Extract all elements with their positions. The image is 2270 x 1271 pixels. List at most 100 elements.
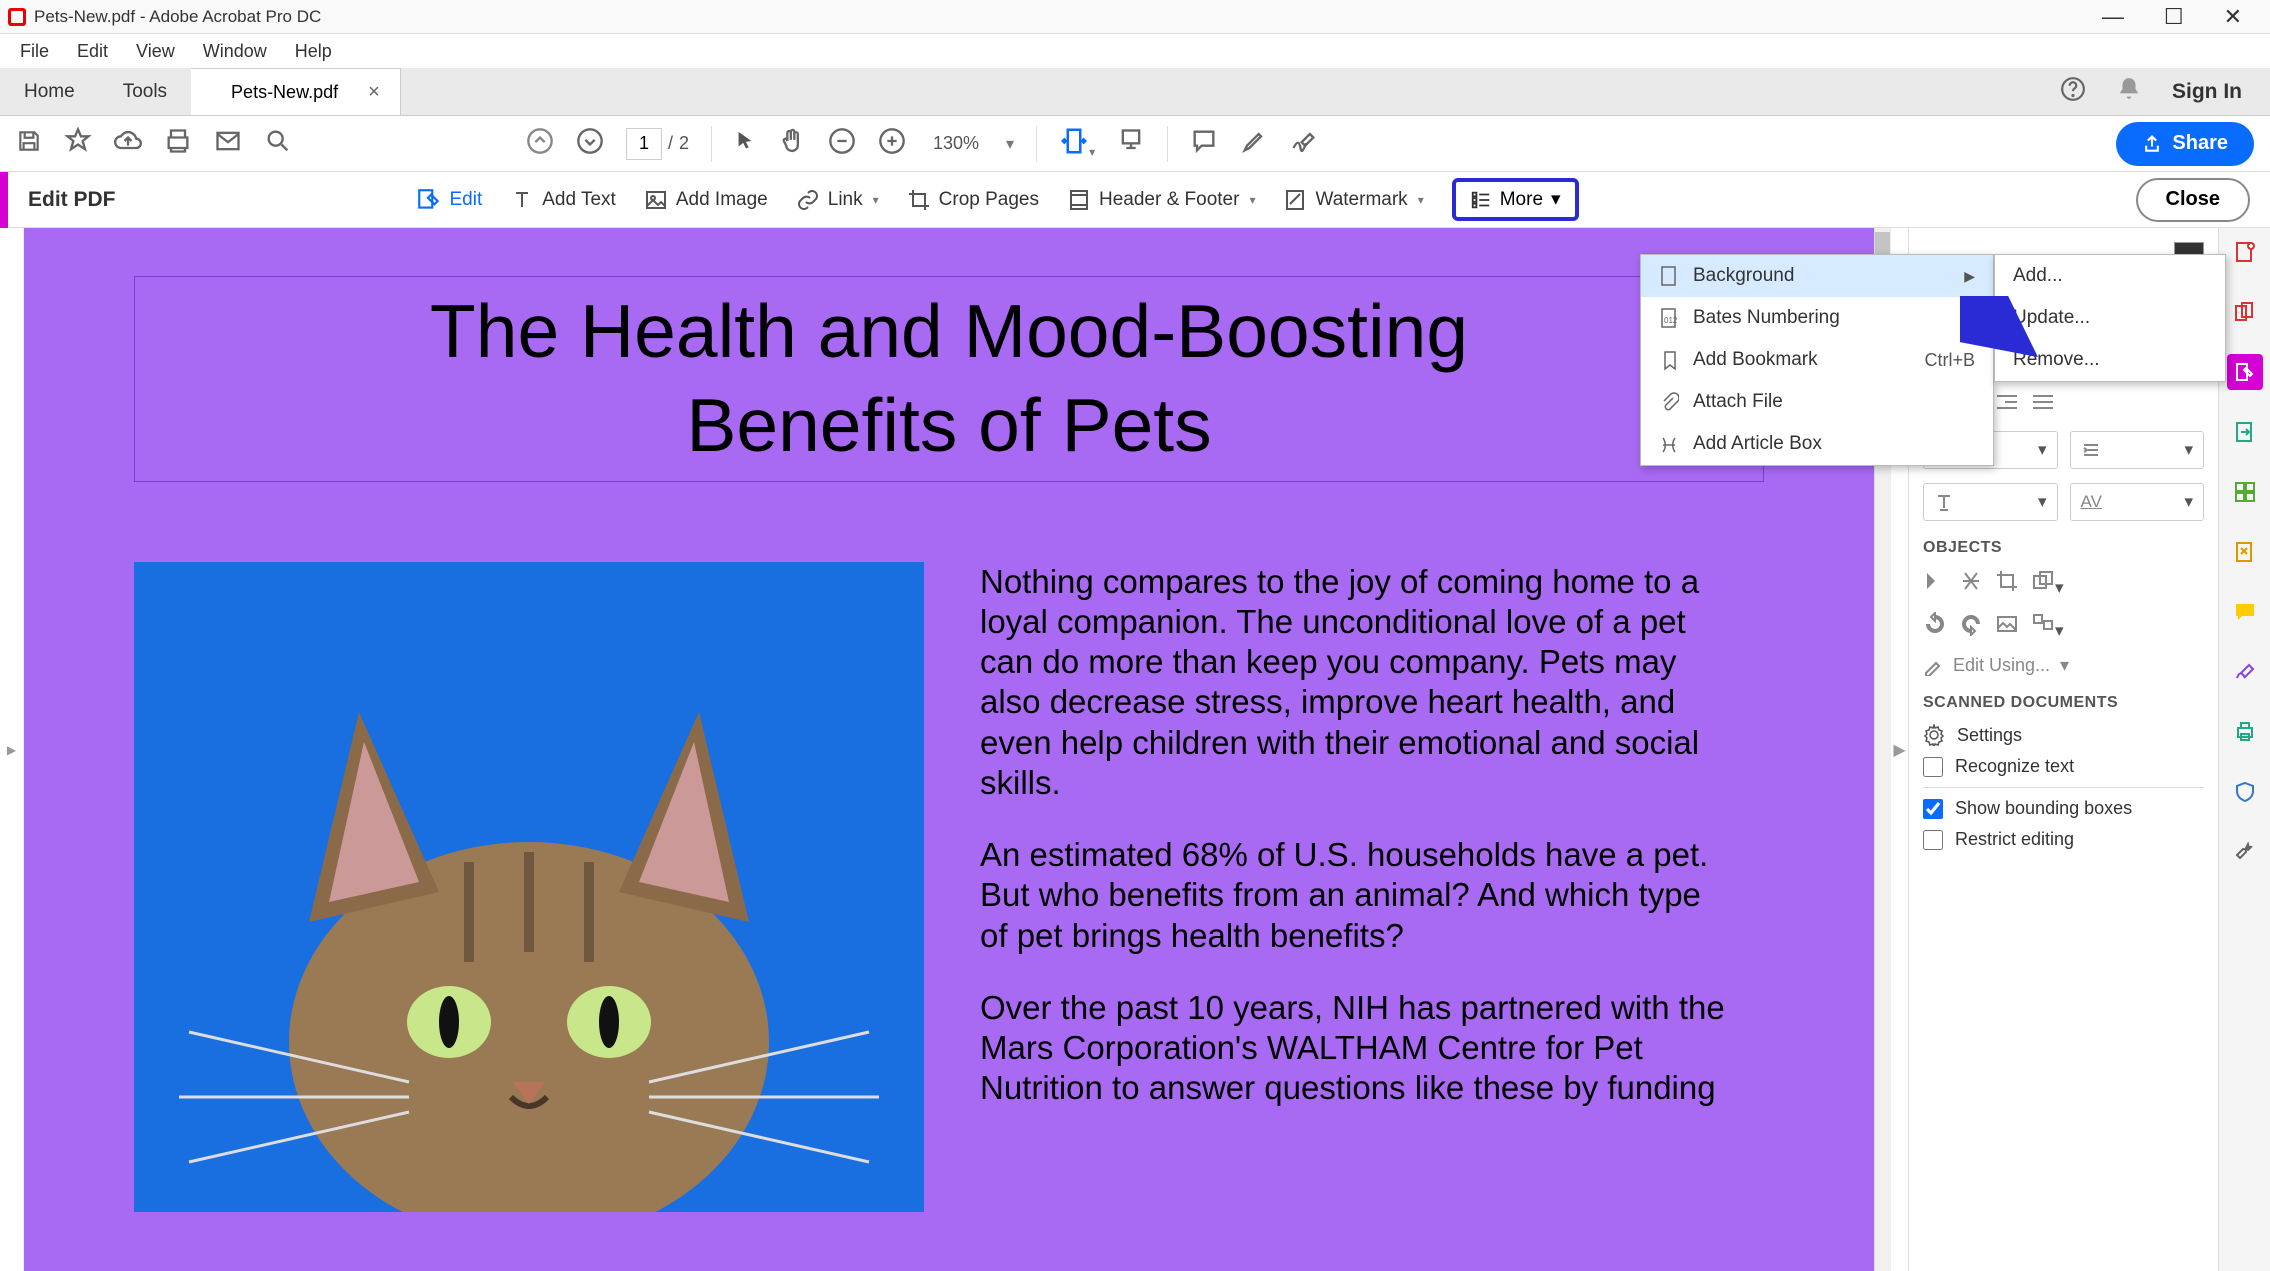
align-justify-icon[interactable] [2031,392,2055,417]
tab-document[interactable]: Pets-New.pdf × [191,68,401,115]
menu-file[interactable]: File [8,37,61,66]
cloud-upload-icon[interactable] [114,127,142,160]
horizontal-scale-dropdown[interactable]: ▾ [1923,483,2058,521]
page-up-icon[interactable] [526,127,554,160]
submenu-arrow-icon: ▶ [1964,268,1975,285]
tool-add-image[interactable]: Add Image [644,188,768,212]
close-window-icon[interactable]: ✕ [2224,4,2242,30]
more-background-label: Background [1693,265,1794,287]
search-icon[interactable] [264,127,292,160]
save-icon[interactable] [16,128,42,159]
settings-row[interactable]: Settings [1923,724,2204,746]
highlight-icon[interactable] [1240,127,1268,160]
char-spacing-dropdown[interactable]: AV▾ [2070,483,2205,521]
menu-edit[interactable]: Edit [65,37,120,66]
minimize-icon[interactable]: — [2102,4,2124,30]
more-bates-label: Bates Numbering [1693,307,1840,329]
tool-add-text-label: Add Text [542,189,616,211]
tool-more[interactable]: More▾ [1452,178,1579,221]
rail-create-pdf-icon[interactable] [2227,234,2263,270]
zoom-in-icon[interactable] [878,127,906,160]
zoom-caret-icon[interactable]: ▾ [1006,134,1014,154]
arrange-icon[interactable]: ▾ [2031,569,2064,598]
print-icon[interactable] [164,127,192,160]
mail-icon[interactable] [214,127,242,160]
align-objects-icon[interactable]: ▾ [2031,612,2064,641]
more-article[interactable]: Add Article Box [1641,423,1993,465]
tool-watermark[interactable]: Watermark▾ [1283,188,1423,212]
more-background[interactable]: Background ▶ [1641,255,1993,297]
recognize-text-checkbox[interactable] [1923,757,1943,777]
rail-protect-icon[interactable] [2227,774,2263,810]
sign-icon[interactable] [1290,127,1318,160]
bg-add[interactable]: Add... [1995,255,2225,297]
comment-icon[interactable] [1190,127,1218,160]
menu-window[interactable]: Window [191,37,279,66]
scanned-heading: SCANNED DOCUMENTS [1923,694,2204,712]
tool-crop[interactable]: Crop Pages [907,188,1039,212]
tool-crop-label: Crop Pages [939,189,1039,211]
more-bookmark[interactable]: Add Bookmark Ctrl+B [1641,339,1993,381]
restrict-editing-checkbox[interactable] [1923,830,1943,850]
pointer-icon[interactable] [734,128,756,159]
edit-pdf-label: Edit PDF [8,188,136,212]
tool-header-footer[interactable]: Header & Footer▾ [1067,188,1256,212]
more-bates[interactable]: 012 Bates Numbering ▶ [1641,297,1993,339]
menu-help[interactable]: Help [283,37,344,66]
tab-close-icon[interactable]: × [368,81,380,104]
rail-organize-icon[interactable] [2227,474,2263,510]
tool-edit-label: Edit [450,189,483,211]
close-tool-button[interactable]: Close [2136,178,2250,222]
rail-export-icon[interactable] [2227,414,2263,450]
page-input[interactable] [626,128,662,160]
share-button[interactable]: Share [2116,122,2254,166]
zoom-level[interactable]: 130% [928,133,984,154]
crop-object-icon[interactable] [1995,569,2019,598]
tool-link[interactable]: Link▾ [796,188,879,212]
rail-print-icon[interactable] [2227,714,2263,750]
page-down-icon[interactable] [576,127,604,160]
flip-horizontal-icon[interactable] [1923,569,1947,598]
tool-add-text[interactable]: Add Text [510,188,616,212]
zoom-out-icon[interactable] [828,127,856,160]
sign-in-link[interactable]: Sign In [2172,80,2242,104]
rail-more-tools-icon[interactable] [2227,834,2263,870]
more-attach[interactable]: Attach File [1641,381,1993,423]
rail-fill-sign-icon[interactable] [2227,654,2263,690]
star-icon[interactable] [64,127,92,160]
help-icon[interactable] [2060,76,2086,107]
fit-width-icon[interactable]: ▾ [1059,126,1095,161]
acrobat-icon [8,8,26,26]
replace-image-icon[interactable] [1995,612,2019,641]
doc-title-box[interactable]: The Health and Mood-Boosting Benefits of… [134,276,1764,482]
tab-tools[interactable]: Tools [99,68,191,115]
rotate-cw-icon[interactable] [1959,612,1983,641]
doc-p3: Over the past 10 years, NIH has partnere… [980,988,1734,1109]
tab-home[interactable]: Home [0,68,99,115]
left-nav-toggle[interactable] [0,228,24,1271]
document-view[interactable]: The Health and Mood-Boosting Benefits of… [24,228,1874,1271]
tab-bar: Home Tools Pets-New.pdf × Sign In [0,68,2270,116]
rail-compress-icon[interactable] [2227,534,2263,570]
page-display-icon[interactable] [1117,127,1145,160]
tool-edit[interactable]: Edit [416,187,483,213]
maximize-icon[interactable]: ☐ [2164,4,2184,30]
show-bounding-checkbox[interactable] [1923,799,1943,819]
bookmark-icon [1659,349,1679,371]
flip-vertical-icon[interactable] [1959,569,1983,598]
rail-combine-icon[interactable] [2227,294,2263,330]
window-title: Pets-New.pdf - Adobe Acrobat Pro DC [34,7,321,27]
bell-icon[interactable] [2116,76,2142,107]
edit-using-dropdown[interactable]: Edit Using... ▾ [1923,655,2069,676]
doc-image-cat[interactable] [134,562,924,1212]
rail-comment-icon[interactable] [2227,594,2263,630]
hand-icon[interactable] [778,127,806,160]
tab-document-label: Pets-New.pdf [231,82,338,103]
more-dropdown: Background ▶ 012 Bates Numbering ▶ Add B… [1640,254,1994,466]
align-right-icon[interactable] [1995,392,2019,417]
doc-text[interactable]: Nothing compares to the joy of coming ho… [980,562,1764,1212]
menu-view[interactable]: View [124,37,187,66]
rail-edit-pdf-icon[interactable] [2227,354,2263,390]
rotate-ccw-icon[interactable] [1923,612,1947,641]
indent-dropdown[interactable]: ▾ [2070,431,2205,469]
